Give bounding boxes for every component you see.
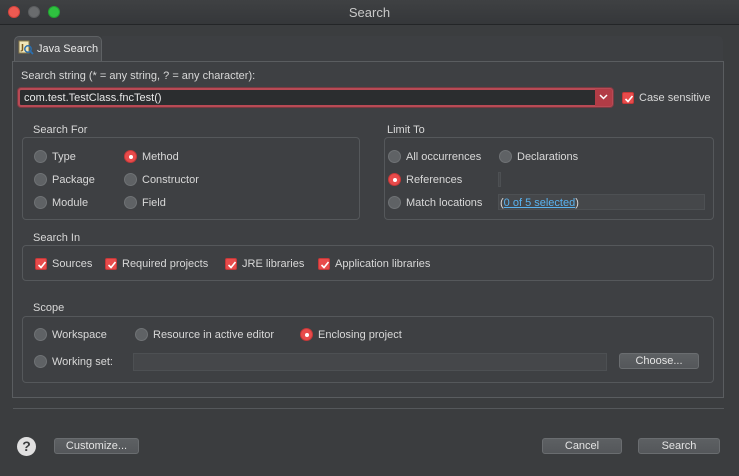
radio-search-for-module[interactable] — [34, 196, 47, 209]
java-search-icon: J — [18, 40, 34, 55]
checkbox-label-sources: Sources — [52, 258, 93, 270]
radio-scope-enclosing-project[interactable] — [300, 328, 313, 341]
search-string-combo[interactable]: com.test.TestClass.fncTest() — [18, 88, 613, 107]
radio-label-enclosing-project: Enclosing project — [318, 329, 402, 341]
customize-button[interactable]: Customize... — [54, 438, 139, 454]
combo-dropdown-button[interactable] — [595, 89, 612, 106]
radio-label-all-occurrences: All occurrences — [406, 151, 482, 163]
paren-close: ) — [575, 197, 579, 209]
checkbox-label-jre-libraries: JRE libraries — [242, 258, 305, 270]
tab-strip — [102, 36, 723, 62]
case-sensitive-checkbox[interactable] — [622, 92, 634, 104]
limit-to-placeholder — [498, 172, 501, 187]
checkmark-icon — [107, 261, 117, 269]
tab-java-search[interactable]: J Java Search — [14, 36, 102, 62]
checkbox-label-application-libraries: Application libraries — [335, 258, 431, 270]
checkbox-sources[interactable] — [35, 258, 47, 270]
radio-label-working-set: Working set: — [52, 356, 113, 368]
radio-label-package: Package — [52, 174, 95, 186]
radio-limit-match-locations[interactable] — [388, 196, 401, 209]
choose-button[interactable]: Choose... — [619, 353, 699, 369]
match-locations-link[interactable]: 0 of 5 selected — [504, 197, 576, 209]
checkbox-label-required-projects: Required projects — [122, 258, 209, 270]
checkbox-application-libraries[interactable] — [318, 258, 330, 270]
case-sensitive-label: Case sensitive — [639, 92, 711, 104]
divider — [13, 408, 724, 409]
chevron-down-icon — [599, 94, 608, 100]
radio-label-field: Field — [142, 197, 166, 209]
scope-group — [22, 316, 714, 383]
radio-label-resource-active-editor: Resource in active editor — [153, 329, 275, 341]
radio-label-method: Method — [142, 151, 179, 163]
radio-label-declarations: Declarations — [517, 151, 579, 163]
radio-scope-working-set[interactable] — [34, 355, 47, 368]
checkbox-required-projects[interactable] — [105, 258, 117, 270]
checkmark-icon — [227, 261, 237, 269]
radio-label-match-locations: Match locations — [406, 197, 483, 209]
radio-label-workspace: Workspace — [52, 329, 107, 341]
radio-scope-workspace[interactable] — [34, 328, 47, 341]
tab-label: Java Search — [37, 43, 99, 55]
radio-search-for-method[interactable] — [124, 150, 137, 163]
cancel-button[interactable]: Cancel — [542, 438, 622, 454]
help-icon[interactable]: ? — [17, 437, 36, 456]
title-bar: Search — [0, 0, 739, 25]
svg-text:J: J — [20, 43, 24, 52]
working-set-input[interactable] — [133, 353, 607, 371]
window-title: Search — [348, 5, 391, 20]
radio-limit-all-occurrences[interactable] — [388, 150, 401, 163]
scope-title: Scope — [33, 302, 65, 314]
checkmark-icon — [320, 261, 330, 269]
radio-search-for-type[interactable] — [34, 150, 47, 163]
radio-label-references: References — [406, 174, 463, 186]
radio-label-module: Module — [52, 197, 89, 209]
checkbox-jre-libraries[interactable] — [225, 258, 237, 270]
checkmark-icon — [37, 261, 47, 269]
search-for-title: Search For — [33, 124, 88, 136]
radio-search-for-constructor[interactable] — [124, 173, 137, 186]
radio-search-for-package[interactable] — [34, 173, 47, 186]
limit-to-title: Limit To — [387, 124, 425, 136]
search-in-title: Search In — [33, 232, 81, 244]
radio-label-type: Type — [52, 151, 76, 163]
radio-scope-resource-active-editor[interactable] — [135, 328, 148, 341]
radio-limit-declarations[interactable] — [499, 150, 512, 163]
radio-label-constructor: Constructor — [142, 174, 199, 186]
checkmark-icon — [624, 95, 634, 103]
radio-search-for-field[interactable] — [124, 196, 137, 209]
match-locations-summary: (0 of 5 selected) — [500, 197, 579, 209]
search-string-label: Search string (* = any string, ? = any c… — [21, 70, 256, 82]
search-button[interactable]: Search — [638, 438, 720, 454]
radio-limit-references[interactable] — [388, 173, 401, 186]
search-string-input[interactable]: com.test.TestClass.fncTest() — [24, 92, 162, 104]
